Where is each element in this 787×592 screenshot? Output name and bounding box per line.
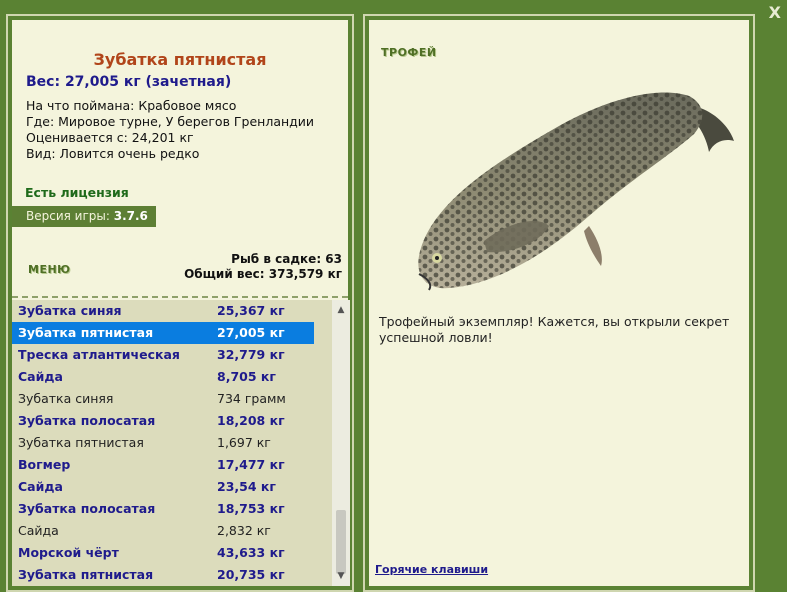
catch-weight: 17,477 кг	[217, 457, 285, 472]
fish-info-panel: Зубатка пятнистая Вес: 27,005 кг (зачетн…	[6, 14, 354, 592]
scroll-up-arrow-icon[interactable]: ▲	[332, 302, 350, 318]
catch-name: Зубатка пятнистая	[18, 325, 154, 340]
catch-weight: 25,367 кг	[217, 303, 285, 318]
catch-list-row[interactable]: Сайда 2,832 кг	[12, 520, 332, 542]
close-button[interactable]: X	[769, 5, 781, 21]
catch-list[interactable]: Зубатка синяя 25,367 кг Зубатка пятнистая 2…	[12, 300, 332, 586]
catch-list-row[interactable]: Зубатка синяя 734 грамм	[12, 388, 332, 410]
catch-weight: 2,832 кг	[217, 523, 271, 538]
catch-weight: 18,208 кг	[217, 413, 285, 428]
catch-list-scrollbar[interactable]: ▲ ▼	[332, 300, 350, 586]
hotkeys-link[interactable]: Горячие клавиши	[375, 563, 488, 576]
dashed-divider	[12, 296, 348, 298]
rarity-info: Вид: Ловится очень редко	[26, 146, 200, 161]
license-status: Есть лицензия	[25, 185, 129, 200]
catch-name: Зубатка синяя	[18, 303, 122, 318]
game-version-label: Версия игры:	[26, 209, 110, 223]
trophy-panel: ТРОФЕЙ Трофейный экземпляр! Кажется, вы …	[363, 14, 755, 592]
scrollbar-thumb[interactable]	[336, 510, 346, 574]
catch-weight: 43,633 кг	[217, 545, 285, 560]
catch-name: Сайда	[18, 479, 63, 494]
catch-name: Зубатка полосатая	[18, 501, 156, 516]
catch-name: Зубатка пятнистая	[18, 435, 144, 450]
catch-weight: 8,705 кг	[217, 369, 276, 384]
catch-weight: 734 грамм	[217, 391, 286, 406]
catch-list-row[interactable]: Зубатка синяя 25,367 кг	[12, 300, 332, 322]
catch-weight: 23,54 кг	[217, 479, 276, 494]
game-version: Версия игры: 3.7.6	[12, 206, 156, 227]
fish-weight: Вес: 27,005 кг (зачетная)	[26, 74, 232, 90]
close-icon: X	[768, 3, 781, 22]
catch-name: Зубатка пятнистая	[18, 567, 154, 582]
valued-from-info: Оценивается с: 24,201 кг	[26, 130, 194, 145]
catch-list-row[interactable]: Сайда 23,54 кг	[12, 476, 332, 498]
fish-image	[418, 92, 734, 291]
catch-list-row[interactable]: Треска атлантическая 32,779 кг	[12, 344, 332, 366]
catch-name: Сайда	[18, 369, 63, 384]
catch-name: Треска атлантическая	[18, 347, 180, 362]
caught-with-info: На что поймана: Крабовое мясо	[26, 98, 237, 113]
catch-name: Вогмер	[18, 457, 71, 472]
trophy-content: ТРОФЕЙ Трофейный экземпляр! Кажется, вы …	[369, 20, 749, 586]
fish-title: Зубатка пятнистая	[93, 50, 267, 69]
location-info: Где: Мировое турне, У берегов Гренландии	[26, 114, 315, 129]
catch-list-row[interactable]: Зубатка пятнистая 1,697 кг	[12, 432, 332, 454]
keepnet-total-weight: Общий вес: 373,579 кг	[184, 267, 342, 281]
menu-button[interactable]: МЕНЮ	[28, 263, 71, 276]
catch-name: Зубатка синяя	[18, 391, 114, 406]
catch-name: Морской чёрт	[18, 545, 119, 560]
scroll-down-arrow-icon[interactable]: ▼	[332, 568, 350, 584]
catch-list-row[interactable]: Морской чёрт 43,633 кг	[12, 542, 332, 564]
keepnet-summary: Рыб в садке: 63 Общий вес: 373,579 кг	[184, 252, 342, 282]
catch-list-row-selected[interactable]: Зубатка пятнистая 27,005 кг	[12, 322, 314, 344]
catch-list-row[interactable]: Сайда 8,705 кг	[12, 366, 332, 388]
fish-info-content: Зубатка пятнистая Вес: 27,005 кг (зачетн…	[12, 20, 350, 586]
catch-list-row[interactable]: Вогмер 17,477 кг	[12, 454, 332, 476]
game-version-value: 3.7.6	[113, 209, 148, 223]
catch-weight: 18,753 кг	[217, 501, 285, 516]
catch-weight: 20,735 кг	[217, 567, 285, 582]
catch-list-row[interactable]: Зубатка пятнистая 20,735 кг	[12, 564, 332, 586]
catch-list-row[interactable]: Зубатка полосатая 18,753 кг	[12, 498, 332, 520]
catch-weight: 32,779 кг	[217, 347, 285, 362]
catch-list-row[interactable]: Зубатка полосатая 18,208 кг	[12, 410, 332, 432]
catch-name: Зубатка полосатая	[18, 413, 156, 428]
catch-weight: 1,697 кг	[217, 435, 271, 450]
keepnet-count: Рыб в садке: 63	[231, 252, 342, 266]
trophy-message: Трофейный экземпляр! Кажется, вы открыли…	[379, 314, 730, 345]
catch-weight: 27,005 кг	[217, 325, 285, 340]
catch-name: Сайда	[18, 523, 59, 538]
